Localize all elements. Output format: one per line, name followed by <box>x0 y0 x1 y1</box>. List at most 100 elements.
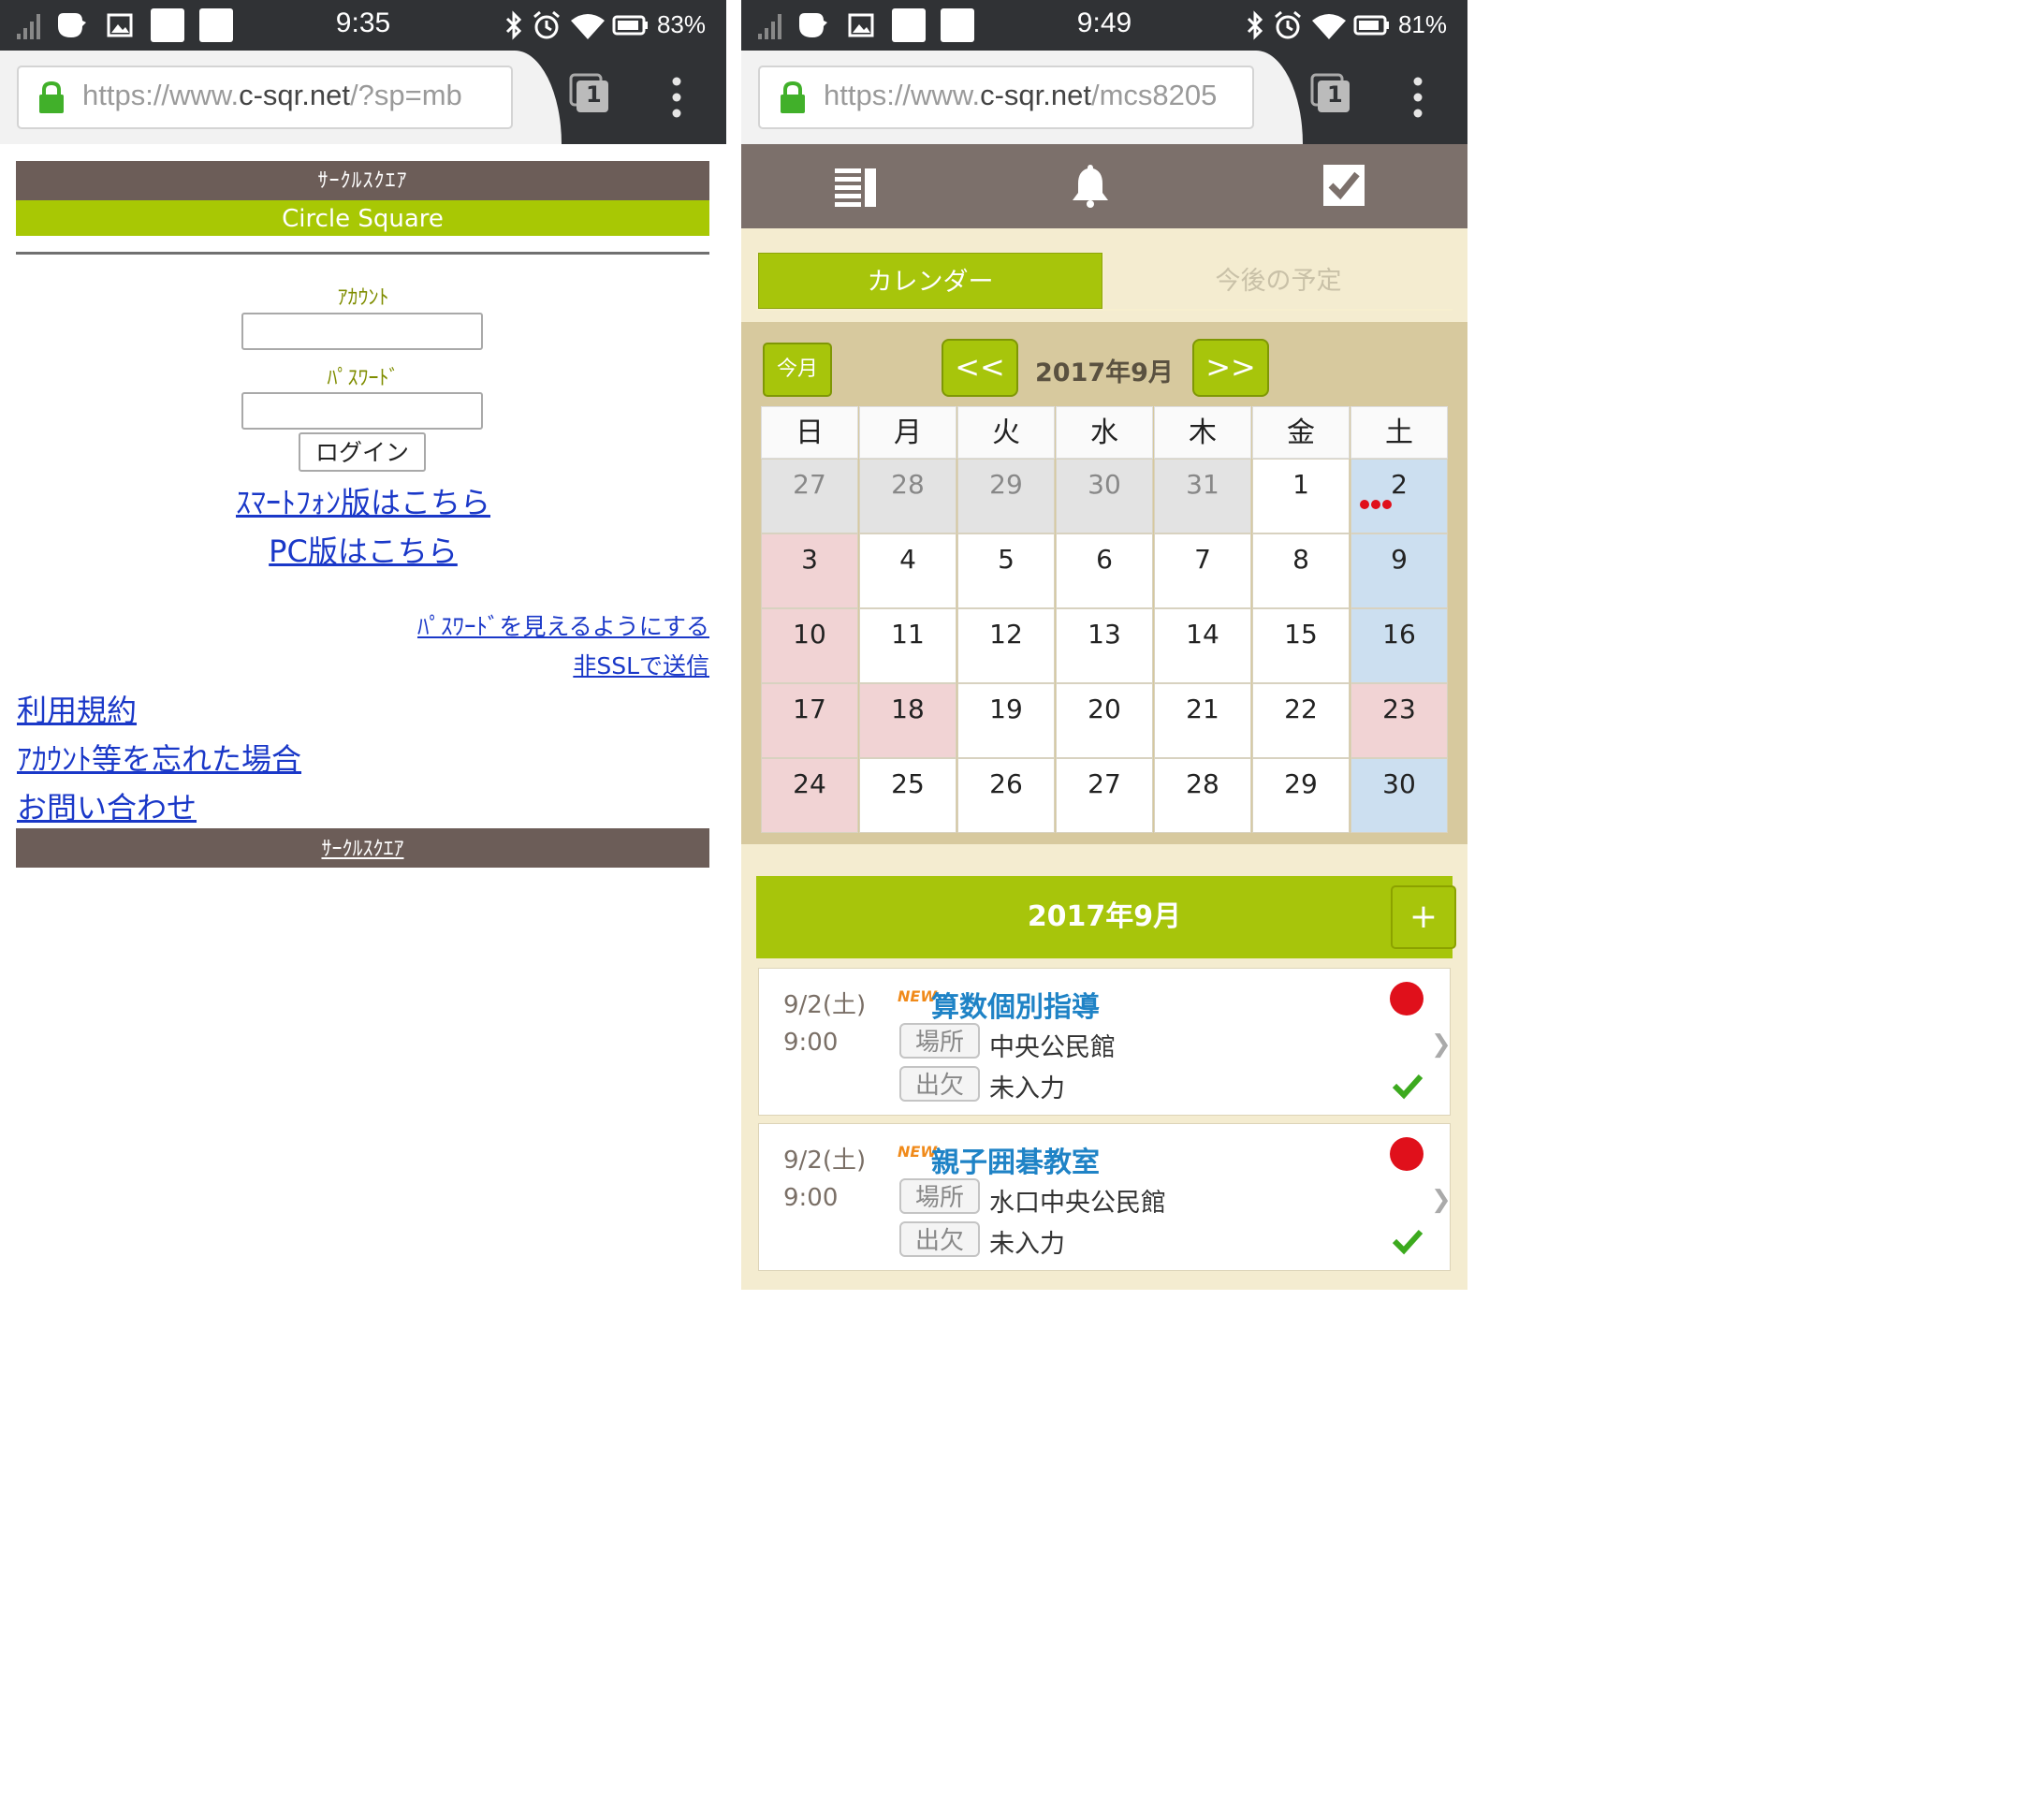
day-number: 4 <box>899 544 916 575</box>
more-options-icon[interactable] <box>670 77 683 118</box>
tab-switcher-button[interactable]: 1 <box>1310 73 1350 112</box>
smartphone-version-link-text[interactable]: ｽﾏｰﾄﾌｫﾝ版はこちら <box>236 485 490 520</box>
bell-icon[interactable] <box>1069 163 1112 210</box>
app-nav-bar <box>741 144 1467 228</box>
this-month-button[interactable]: 今月 <box>763 343 832 397</box>
event-time: 9:00 <box>783 1029 839 1057</box>
weekday-header: 火 <box>957 406 1055 459</box>
tab-count: 1 <box>1327 81 1343 108</box>
calendar-day[interactable]: 29 <box>957 459 1055 533</box>
calendar-day[interactable]: 28 <box>1154 758 1251 833</box>
weekday-header: 月 <box>859 406 956 459</box>
list-menu-icon[interactable] <box>835 163 878 210</box>
calendar-day[interactable]: 17 <box>761 683 858 758</box>
calendar-day[interactable]: 18 <box>859 683 956 758</box>
check-icon[interactable] <box>1392 1227 1424 1255</box>
day-number: 20 <box>1088 694 1121 724</box>
calendar-day[interactable]: 1 <box>1252 459 1350 533</box>
calendar-day[interactable]: 4 <box>859 533 956 608</box>
calendar-day[interactable]: 14 <box>1154 608 1251 683</box>
calendar-day[interactable]: 6 <box>1056 533 1153 608</box>
calendar-day[interactable]: 30 <box>1056 459 1153 533</box>
next-month-button[interactable]: >> <box>1192 339 1269 397</box>
calendar-day[interactable]: 13 <box>1056 608 1153 683</box>
calendar-day[interactable]: 16 <box>1350 608 1448 683</box>
calendar-day[interactable]: 23 <box>1350 683 1448 758</box>
calendar-day[interactable]: 25 <box>859 758 956 833</box>
check-icon[interactable] <box>1392 1072 1424 1100</box>
show-password-link[interactable]: ﾊﾟｽﾜｰﾄﾞを見えるようにする <box>417 608 709 642</box>
calendar-day[interactable]: 2 <box>1350 459 1448 533</box>
chevron-right-icon: ❯ <box>1431 1186 1452 1214</box>
calendar-day[interactable]: 20 <box>1056 683 1153 758</box>
terms-link[interactable]: 利用規約 <box>17 687 137 730</box>
attendance-tag: 出欠 <box>899 1066 980 1102</box>
contact-link[interactable]: お問い合わせ <box>17 784 197 827</box>
event-place: 水口中央公民館 <box>989 1189 1166 1218</box>
day-number: 28 <box>1186 768 1219 799</box>
login-button[interactable]: ログイン <box>299 432 426 472</box>
event-card[interactable]: 9/2(土) 9:00 NEW 親子囲碁教室 場所 水口中央公民館 出欠 未入力 ❯ <box>758 1123 1452 1271</box>
event-card[interactable]: 9/2(土) 9:00 NEW 算数個別指導 場所 中央公民館 出欠 未入力 ❯ <box>758 968 1452 1116</box>
bluetooth-icon <box>1247 10 1263 40</box>
calendar-day[interactable]: 9 <box>1350 533 1448 608</box>
calendar-day[interactable]: 27 <box>761 459 858 533</box>
url-text: https://www.c-sqr.net/mcs8205 <box>824 79 1218 111</box>
day-number: 7 <box>1194 544 1211 575</box>
calendar-day[interactable]: 27 <box>1056 758 1153 833</box>
calendar-day[interactable]: 26 <box>957 758 1055 833</box>
more-options-icon[interactable] <box>1411 77 1424 118</box>
smartphone-version-link: ｽﾏｰﾄﾌｫﾝ版はこちら <box>0 479 726 522</box>
calendar-day[interactable]: 5 <box>957 533 1055 608</box>
forgot-account-link[interactable]: ｱｶｳﾝﾄ等を忘れた場合 <box>17 736 301 779</box>
tab-upcoming[interactable]: 今後の予定 <box>1104 253 1453 309</box>
url-bar-area: https://www.c-sqr.net/mcs8205 <box>741 51 1303 144</box>
day-number: 14 <box>1186 619 1219 650</box>
day-number: 15 <box>1284 619 1318 650</box>
calendar-day[interactable]: 15 <box>1252 608 1350 683</box>
password-input[interactable] <box>241 392 483 430</box>
view-tabs: カレンダー 今後の予定 <box>756 253 1453 311</box>
calendar-day[interactable]: 22 <box>1252 683 1350 758</box>
calendar-day[interactable]: 11 <box>859 608 956 683</box>
calendar-day[interactable]: 19 <box>957 683 1055 758</box>
tab-calendar[interactable]: カレンダー <box>758 253 1102 309</box>
weekday-header: 木 <box>1154 406 1251 459</box>
day-number: 25 <box>891 768 925 799</box>
day-number: 5 <box>998 544 1015 575</box>
prev-month-button[interactable]: << <box>942 339 1018 397</box>
calendar-day[interactable]: 24 <box>761 758 858 833</box>
account-label: ｱｶｳﾝﾄ <box>337 286 389 310</box>
day-number: 18 <box>891 694 925 724</box>
tab-switcher-button[interactable]: 1 <box>569 73 608 112</box>
browser-toolbar: https://www.c-sqr.net/?sp=mb 1 <box>0 51 726 144</box>
calendar-day[interactable]: 29 <box>1252 758 1350 833</box>
calendar-day[interactable]: 28 <box>859 459 956 533</box>
calendar-day[interactable]: 7 <box>1154 533 1251 608</box>
pc-version-link-text[interactable]: PC版はこちら <box>269 533 458 569</box>
url-bar[interactable]: https://www.c-sqr.net/?sp=mb <box>17 66 513 129</box>
account-input[interactable] <box>241 313 483 350</box>
calendar-day[interactable]: 21 <box>1154 683 1251 758</box>
lock-icon <box>39 80 64 113</box>
password-label: ﾊﾟｽﾜｰﾄﾞ <box>327 367 400 390</box>
day-number: 26 <box>989 768 1023 799</box>
non-ssl-link[interactable]: 非SSLで送信 <box>573 648 709 681</box>
event-place: 中央公民館 <box>989 1033 1116 1062</box>
footer-link[interactable]: ｻｰｸﾙｽｸｴｱ <box>321 838 403 861</box>
url-bar[interactable]: https://www.c-sqr.net/mcs8205 <box>758 66 1254 129</box>
day-number: 29 <box>989 469 1023 500</box>
calendar-day[interactable]: 30 <box>1350 758 1448 833</box>
day-number: 10 <box>793 619 826 650</box>
battery-icon <box>612 15 648 36</box>
site-title-bar: ｻｰｸﾙｽｸｴｱ <box>16 161 709 200</box>
chevron-right-icon: ❯ <box>1431 1030 1452 1059</box>
calendar-day[interactable]: 8 <box>1252 533 1350 608</box>
day-number: 12 <box>989 619 1023 650</box>
calendar-day[interactable]: 31 <box>1154 459 1251 533</box>
calendar-day[interactable]: 3 <box>761 533 858 608</box>
calendar-day[interactable]: 12 <box>957 608 1055 683</box>
day-number: 1 <box>1292 469 1309 500</box>
checkbox-icon[interactable] <box>1321 163 1366 208</box>
calendar-day[interactable]: 10 <box>761 608 858 683</box>
